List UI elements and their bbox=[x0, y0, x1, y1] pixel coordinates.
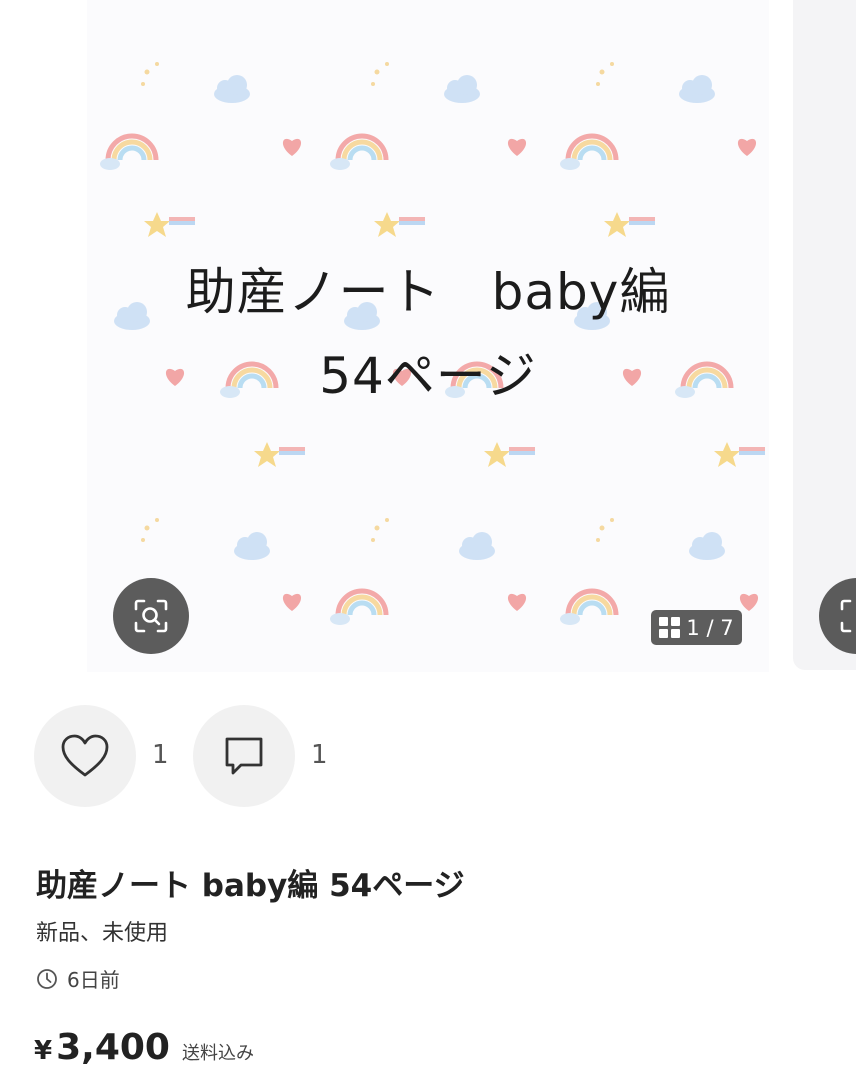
clock-icon bbox=[37, 968, 57, 989]
comment-count: 1 bbox=[311, 740, 328, 770]
image-gallery[interactable]: 助産ノート baby編 54ページ 1 / 7 bbox=[0, 0, 856, 672]
item-title: 助産ノート baby編 54ページ bbox=[36, 868, 465, 904]
zoom-scan-icon bbox=[134, 599, 168, 633]
cover-title: 助産ノート baby編 54ページ bbox=[87, 250, 769, 418]
posted-time: 6日前 bbox=[36, 964, 120, 993]
like-count: 1 bbox=[152, 740, 169, 770]
image-counter: 1 / 7 bbox=[651, 610, 742, 645]
zoom-button[interactable] bbox=[113, 578, 189, 654]
price-amount: 3,400 bbox=[56, 1027, 170, 1068]
product-image[interactable]: 助産ノート baby編 54ページ bbox=[87, 0, 769, 672]
currency-symbol: ¥ bbox=[34, 1036, 53, 1066]
like-button[interactable] bbox=[34, 705, 136, 807]
shipping-label: 送料込み bbox=[181, 1043, 254, 1064]
heart-icon bbox=[61, 734, 109, 777]
zoom-scan-icon bbox=[840, 599, 852, 633]
comment-icon bbox=[225, 737, 263, 775]
cover-line-2: 54ページ bbox=[319, 347, 537, 405]
item-condition: 新品、未使用 bbox=[36, 921, 169, 946]
grid-icon bbox=[659, 617, 681, 638]
cover-line-1: 助産ノート baby編 bbox=[185, 263, 671, 321]
posted-time-text: 6日前 bbox=[67, 968, 120, 992]
image-counter-text: 1 / 7 bbox=[686, 615, 734, 640]
next-image-preview[interactable] bbox=[793, 0, 856, 670]
comment-button[interactable] bbox=[193, 705, 295, 807]
price: ¥ 3,400 送料込み bbox=[34, 1027, 254, 1068]
